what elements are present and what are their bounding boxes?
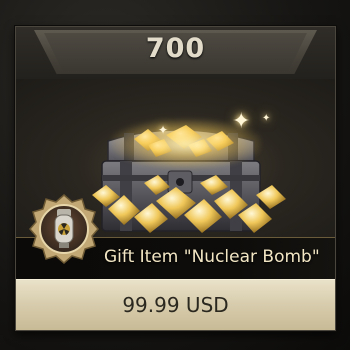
price-label: 99.99 USD [122,293,229,317]
offer-header: 700 [16,27,335,79]
sparkle-icon: ✦ [158,123,169,137]
buy-button[interactable]: 99.99 USD [16,279,335,330]
nuclear-bomb-badge-icon [29,194,99,264]
diamond-amount: 700 [145,33,206,64]
sparkle-icon: ✦ [232,109,251,134]
offer-card[interactable]: 700 ✦ ✦ ✦ Gift Item "Nuclear Bomb" 99.99… [15,26,336,331]
sparkle-icon: ✦ [262,113,271,124]
gift-title: Gift Item "Nuclear Bomb" [104,247,320,267]
